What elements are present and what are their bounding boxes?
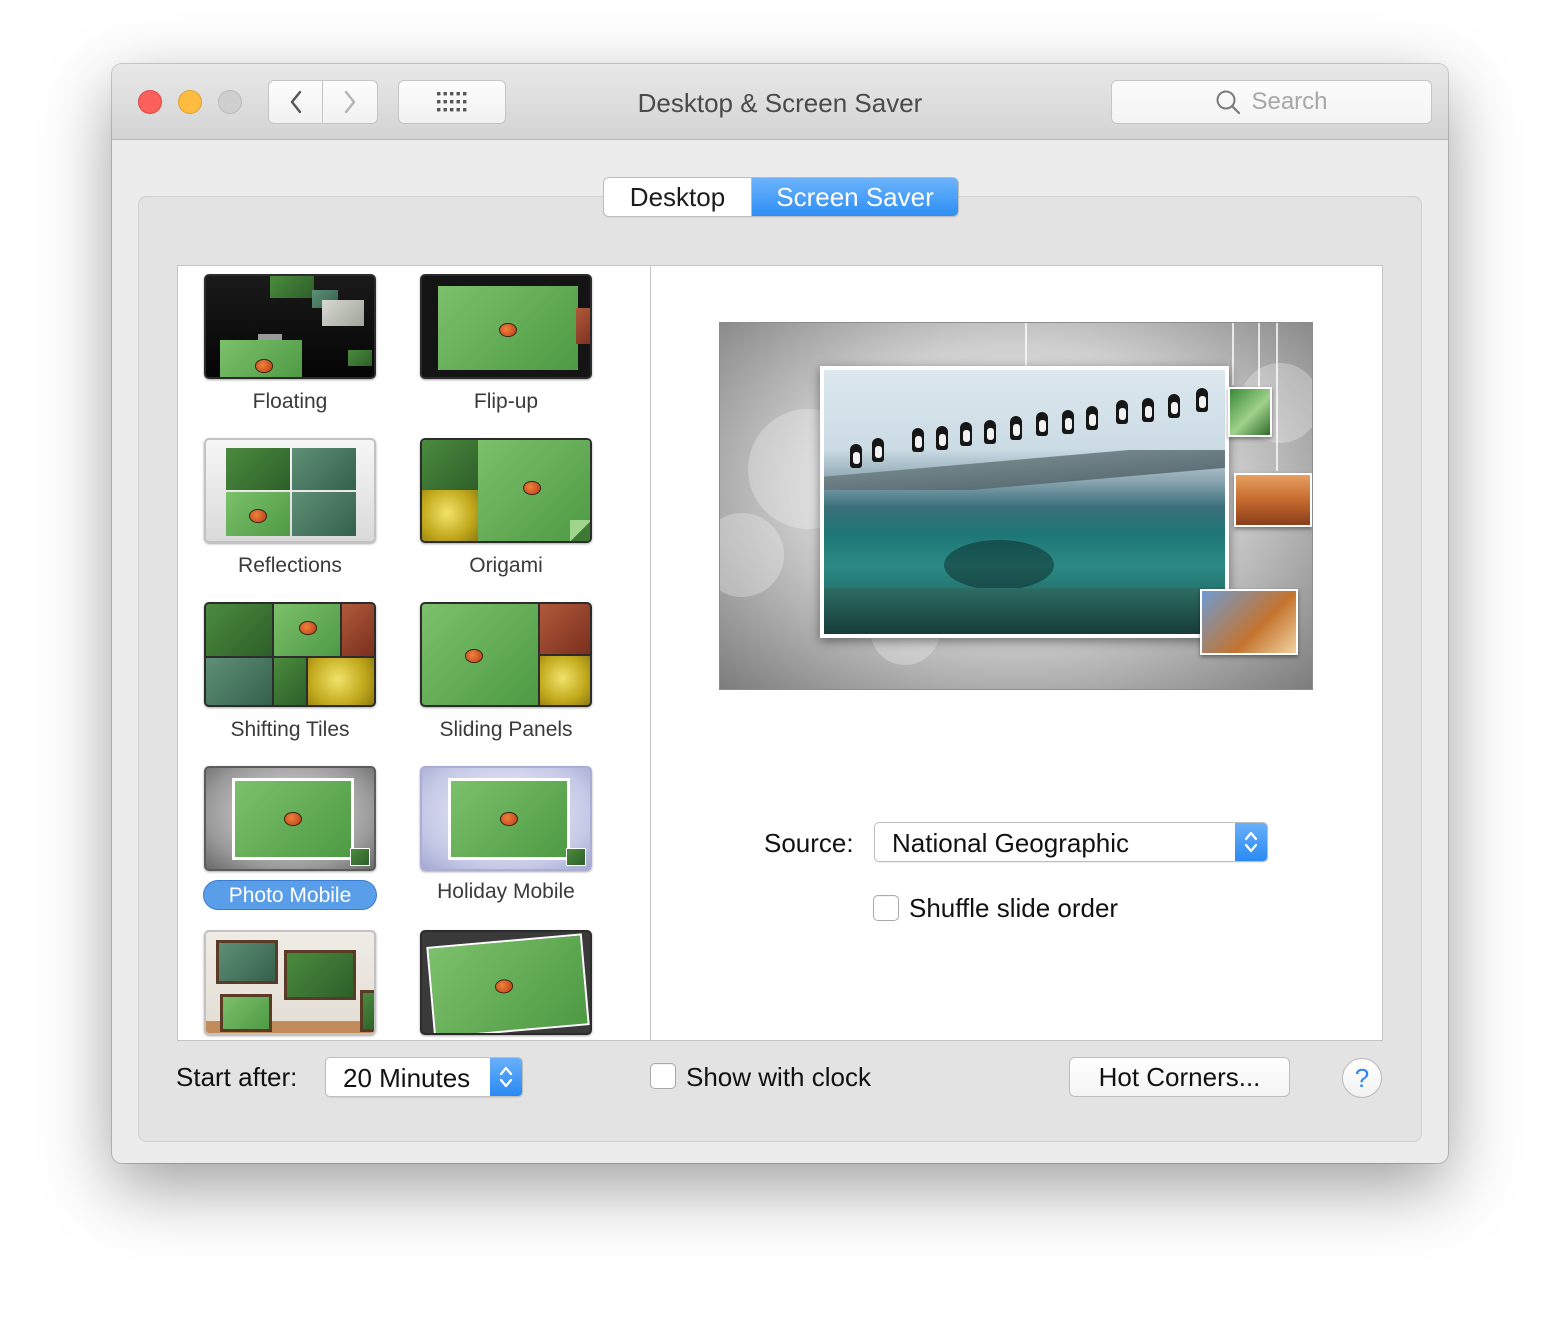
screensaver-thumbnail-ken-burns[interactable] [420,930,592,1035]
screensaver-thumbnail-flip-up[interactable] [420,274,592,379]
screensaver-label-shifting-tiles[interactable]: Shifting Tiles [180,718,400,742]
screensaver-label-sliding-panels[interactable]: Sliding Panels [396,718,616,742]
source-value: National Geographic [892,828,1130,858]
screensaver-thumbnail-shifting-tiles[interactable] [204,602,376,707]
screensaver-label-holiday-mobile[interactable]: Holiday Mobile [396,880,616,904]
search-icon [1216,90,1241,115]
source-popup[interactable]: National Geographic [874,822,1268,862]
source-label: Source: [764,828,854,858]
screensaver-label-origami[interactable]: Origami [396,554,616,578]
title-bar: Desktop & Screen Saver Search [112,64,1448,140]
screensaver-label-reflections[interactable]: Reflections [180,554,400,578]
tab-desktop[interactable]: Desktop [604,178,752,216]
search-field[interactable]: Search [1111,80,1432,124]
start-after-value: 20 Minutes [343,1063,471,1093]
updown-arrows-icon [1235,823,1267,861]
screensaver-thumbnail-photo-mobile[interactable] [204,766,376,871]
preview-mini-photo-desert [1234,473,1312,527]
show-clock-checkbox[interactable] [650,1063,676,1089]
screensaver-label-floating[interactable]: Floating [180,390,400,414]
tab-screen-saver[interactable]: Screen Saver [752,178,958,216]
screensaver-thumbnail-origami[interactable] [420,438,592,543]
start-after-popup[interactable]: 20 Minutes [325,1057,523,1097]
screensaver-label-photo-mobile[interactable]: Photo Mobile [203,880,377,910]
screensaver-label-flip-up[interactable]: Flip-up [396,390,616,414]
screensaver-thumbnail-vintage-prints[interactable] [204,930,376,1035]
screen-saver-options-pane: Source: National Geographic Shuffle slid… [650,265,1383,1041]
system-preferences-window: Desktop & Screen Saver Search Desktop Sc… [112,64,1448,1163]
preview-main-photo [820,366,1229,638]
hot-corners-button[interactable]: Hot Corners... [1069,1057,1290,1097]
search-placeholder: Search [1251,88,1328,115]
tab-control: Desktop Screen Saver [603,177,959,217]
preview-mini-photo-mountain [1200,589,1298,655]
screen-saver-list[interactable]: Floating Flip-up Reflections Origami Shi… [177,265,651,1041]
screensaver-thumbnail-floating[interactable] [204,274,376,379]
screensaver-thumbnail-reflections[interactable] [204,438,376,543]
screensaver-thumbnail-sliding-panels[interactable] [420,602,592,707]
shuffle-label[interactable]: Shuffle slide order [909,893,1118,924]
screen-saver-preview [719,322,1313,690]
screensaver-thumbnail-holiday-mobile[interactable] [420,766,592,871]
updown-arrows-icon [490,1058,522,1096]
help-button[interactable]: ? [1342,1058,1382,1098]
show-clock-label[interactable]: Show with clock [686,1062,871,1093]
start-after-label: Start after: [176,1062,298,1092]
shuffle-checkbox[interactable] [873,895,899,921]
preview-mini-photo-green [1228,387,1272,437]
